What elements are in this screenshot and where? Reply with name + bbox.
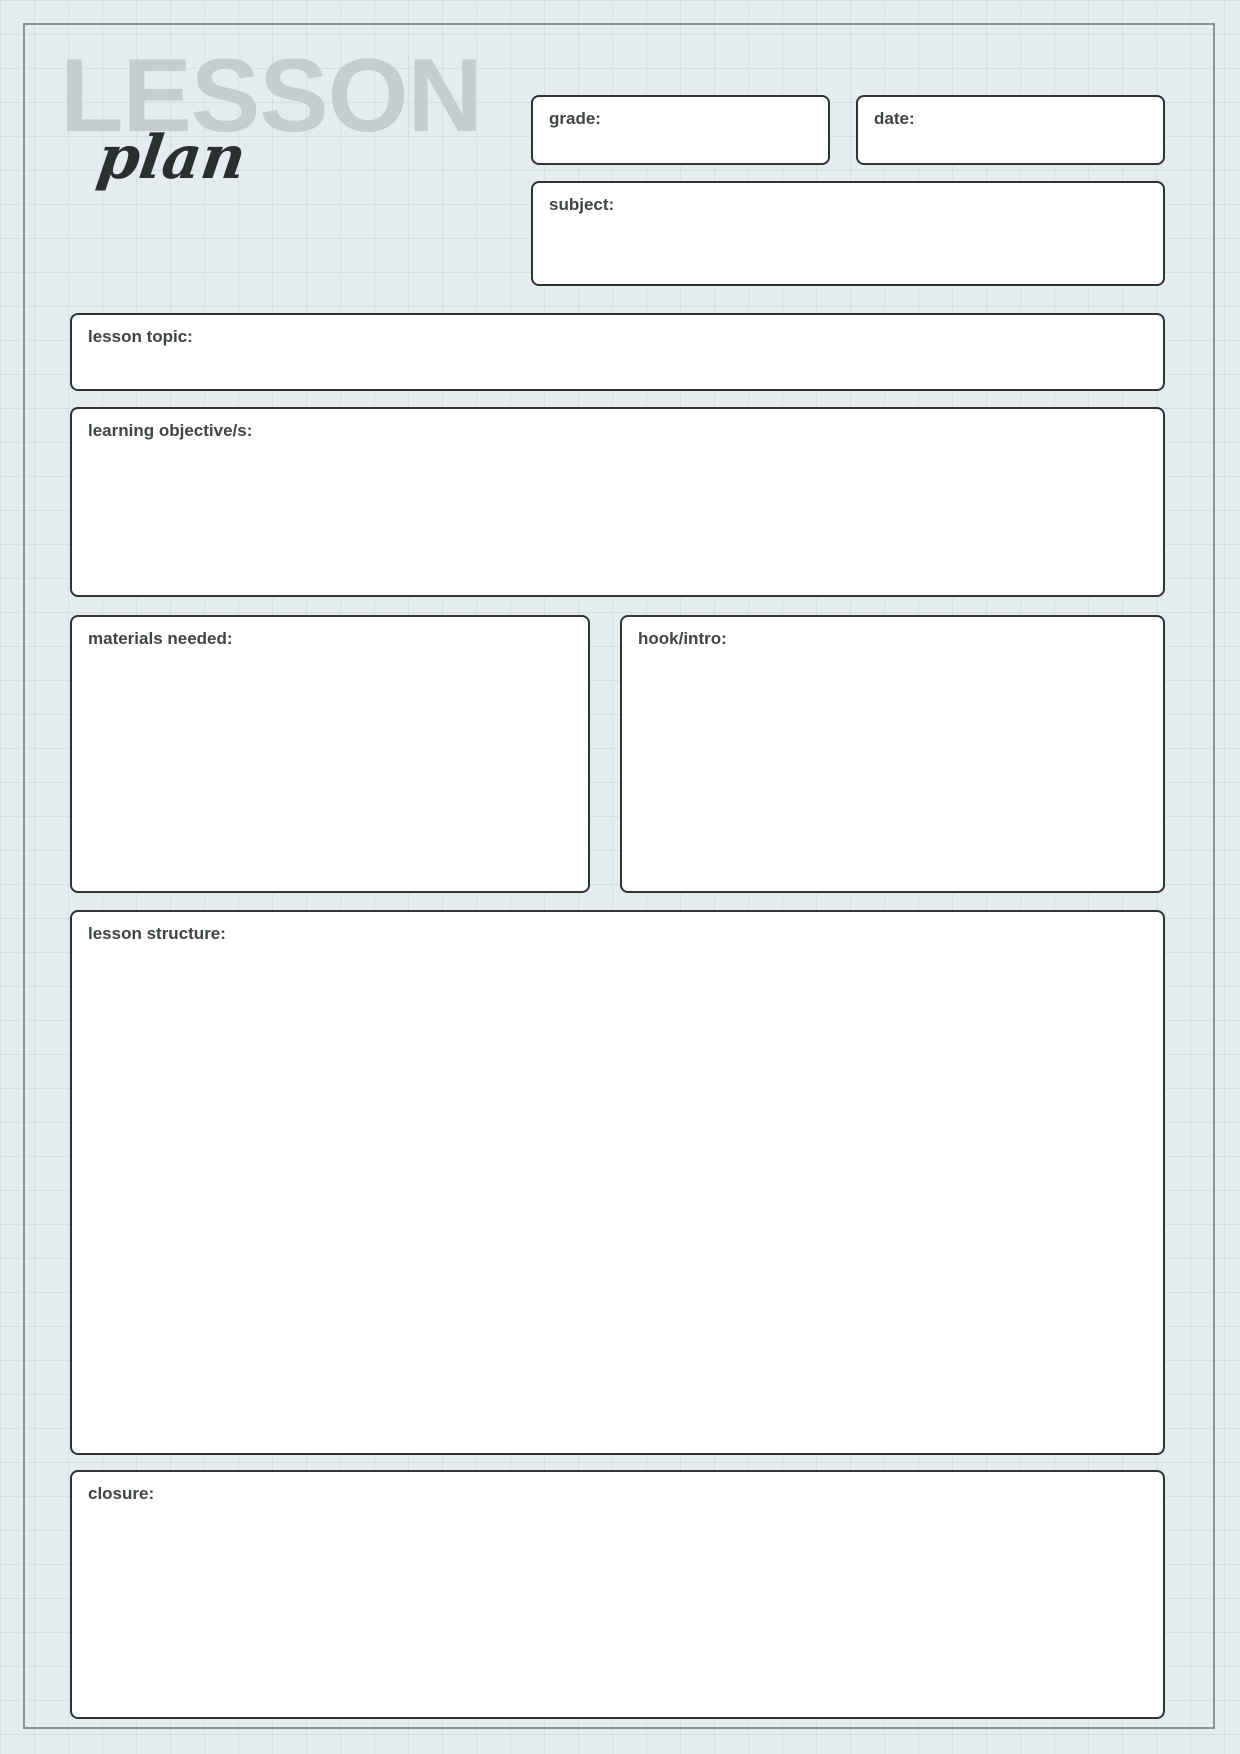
subject-label: subject: bbox=[549, 195, 615, 214]
grade-field[interactable]: grade: bbox=[531, 95, 830, 165]
materials-needed-field[interactable]: materials needed: bbox=[70, 615, 590, 893]
hook-intro-label: hook/intro: bbox=[638, 629, 727, 648]
title-plan: plan bbox=[93, 123, 251, 193]
closure-label: closure: bbox=[88, 1484, 155, 1503]
lesson-structure-field[interactable]: lesson structure: bbox=[70, 910, 1165, 1455]
date-field[interactable]: date: bbox=[856, 95, 1165, 165]
materials-needed-label: materials needed: bbox=[88, 629, 233, 648]
lesson-topic-field[interactable]: lesson topic: bbox=[70, 313, 1165, 391]
subject-field[interactable]: subject: bbox=[531, 181, 1165, 286]
grade-label: grade: bbox=[549, 109, 601, 128]
date-label: date: bbox=[874, 109, 915, 128]
lesson-structure-label: lesson structure: bbox=[88, 924, 226, 943]
closure-field[interactable]: closure: bbox=[70, 1470, 1165, 1719]
learning-objectives-field[interactable]: learning objective/s: bbox=[70, 407, 1165, 597]
learning-objectives-label: learning objective/s: bbox=[88, 421, 253, 440]
lesson-topic-label: lesson topic: bbox=[88, 327, 193, 346]
hook-intro-field[interactable]: hook/intro: bbox=[620, 615, 1165, 893]
